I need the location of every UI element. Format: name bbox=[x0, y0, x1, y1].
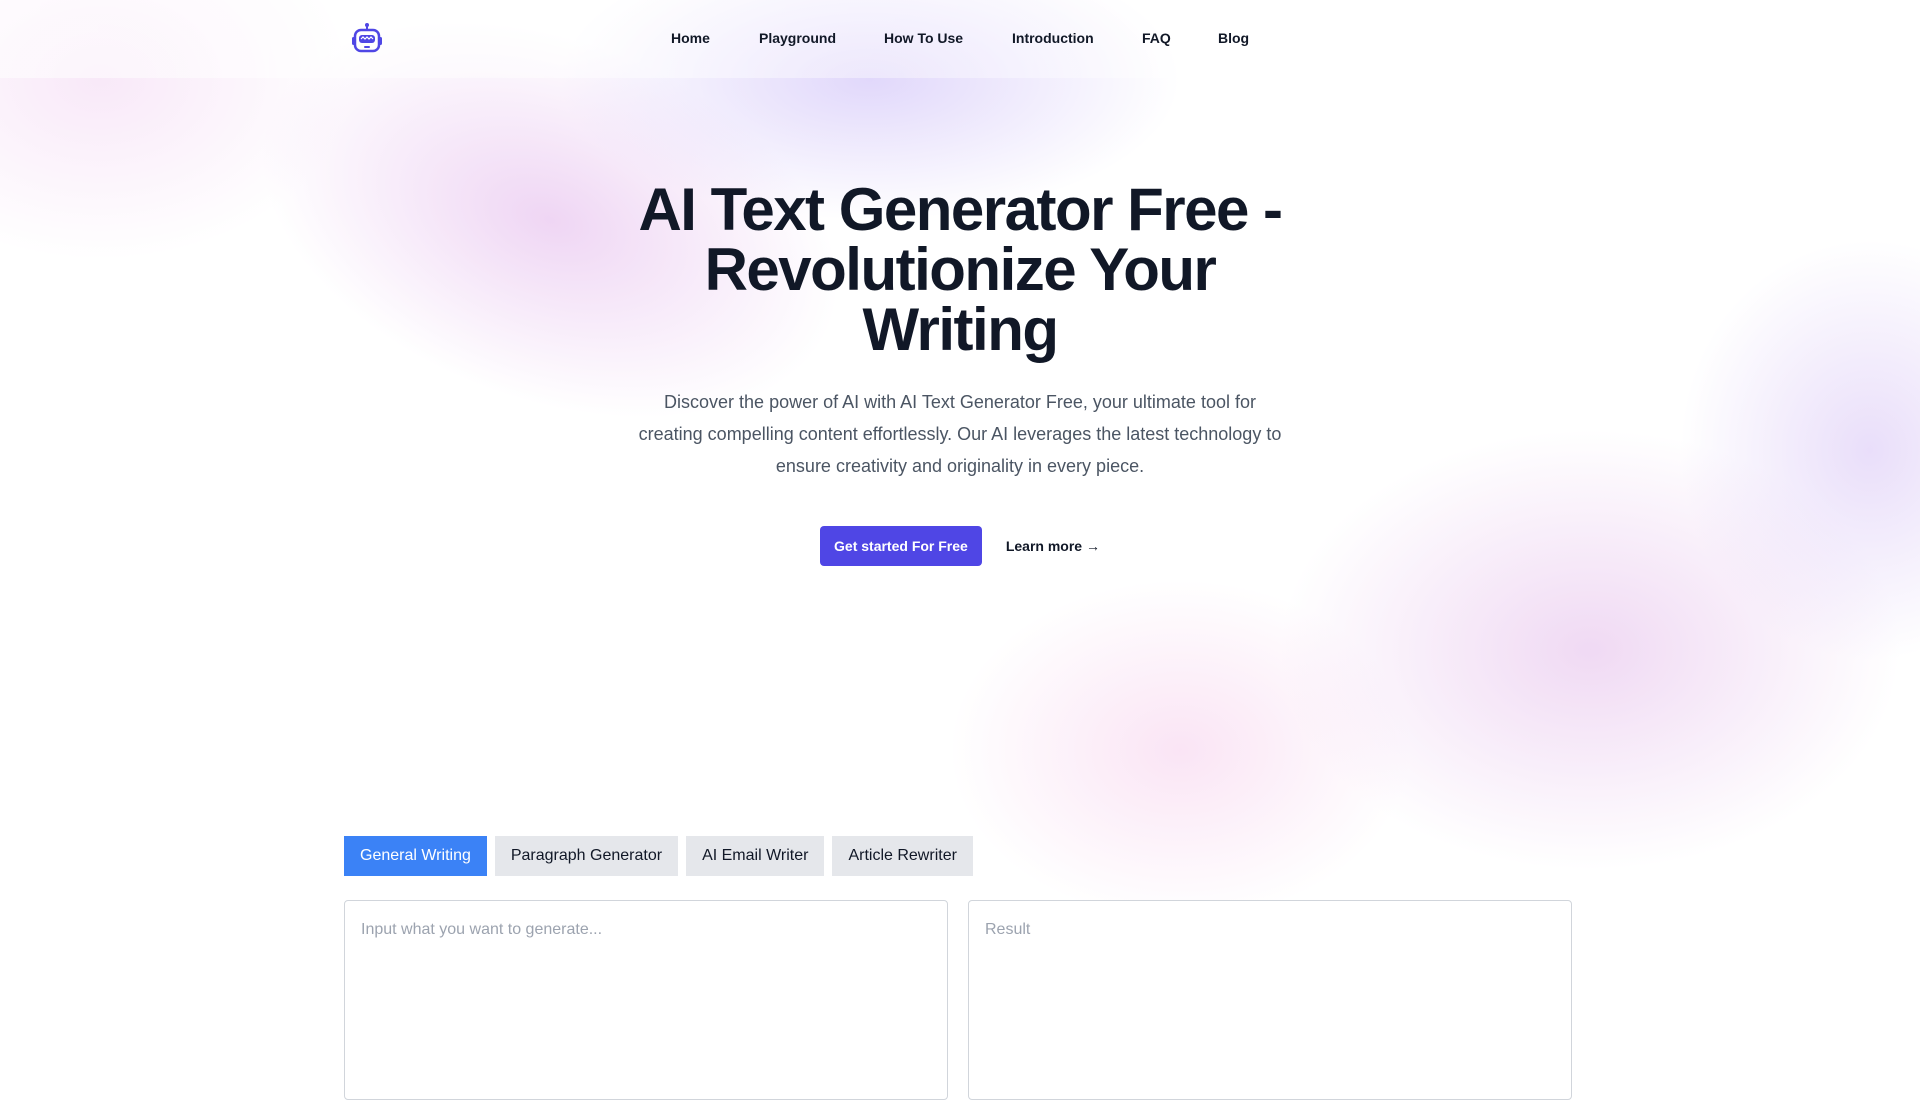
nav-faq[interactable]: FAQ bbox=[1142, 30, 1171, 46]
hero-section: AI Text Generator Free - Revolutionize Y… bbox=[0, 180, 1920, 566]
nav-introduction[interactable]: Introduction bbox=[1012, 30, 1094, 46]
prompt-input[interactable] bbox=[345, 901, 947, 1099]
site-header: Home Playground How To Use Introduction … bbox=[0, 0, 1920, 78]
result-placeholder: Result bbox=[985, 921, 1031, 938]
tool-tabs: General Writing Paragraph Generator AI E… bbox=[344, 836, 973, 876]
tab-ai-email-writer[interactable]: AI Email Writer bbox=[686, 836, 825, 876]
input-panel bbox=[344, 900, 948, 1100]
learn-more-link[interactable]: Learn more → bbox=[1006, 538, 1100, 554]
main-nav: Home Playground How To Use Introduction … bbox=[0, 0, 1920, 78]
nav-how-to-use[interactable]: How To Use bbox=[884, 30, 963, 46]
tab-article-rewriter[interactable]: Article Rewriter bbox=[832, 836, 973, 876]
hero-title: AI Text Generator Free - Revolutionize Y… bbox=[638, 176, 1283, 363]
nav-home[interactable]: Home bbox=[671, 30, 710, 46]
get-started-button[interactable]: Get started For Free bbox=[820, 526, 982, 566]
tab-paragraph-generator[interactable]: Paragraph Generator bbox=[494, 836, 679, 876]
nav-blog[interactable]: Blog bbox=[1218, 30, 1249, 46]
result-panel[interactable]: Result bbox=[968, 900, 1572, 1100]
tab-general-writing[interactable]: General Writing bbox=[344, 836, 487, 876]
nav-playground[interactable]: Playground bbox=[759, 30, 836, 46]
cta-row: Get started For Free Learn more → bbox=[0, 526, 1920, 566]
hero-description: Discover the power of AI with AI Text Ge… bbox=[638, 392, 1282, 476]
